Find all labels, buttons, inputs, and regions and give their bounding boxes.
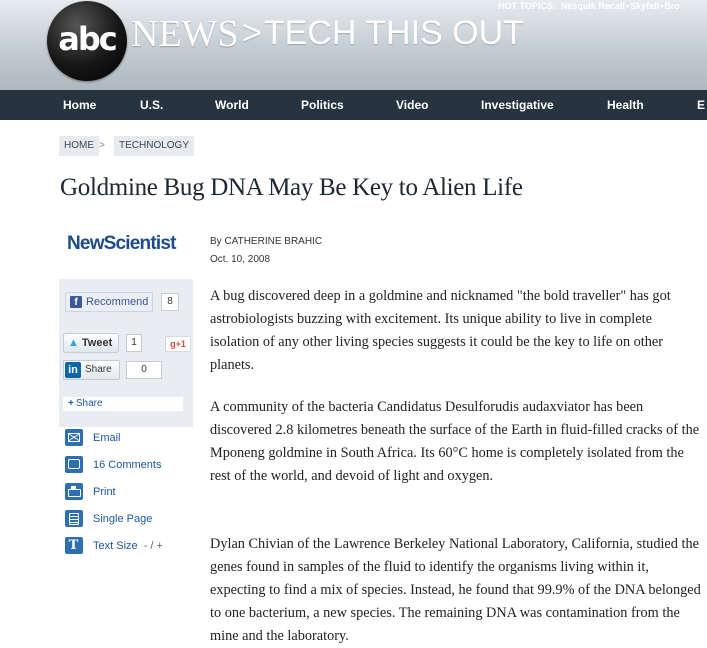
tweet-label: Tweet — [81, 337, 113, 349]
facebook-recommend-button[interactable]: f Recommend — [65, 292, 153, 312]
printer-icon — [65, 483, 83, 500]
google-plus-label: +1 — [175, 339, 186, 349]
article-paragraph: A bug discovered deep in a goldmine and … — [210, 288, 671, 373]
google-plus-button[interactable]: g+1 — [165, 336, 191, 352]
text-size-label: Text Size - / + — [93, 537, 163, 555]
hot-topic-link[interactable]: Nesquik Recall — [561, 1, 625, 11]
linkedin-icon: in — [65, 362, 81, 378]
speech-bubble-icon — [65, 456, 83, 473]
breadcrumb-technology[interactable]: TECHNOLOGY — [114, 136, 195, 156]
hot-topic-link[interactable]: Bro — [664, 1, 680, 11]
hot-topic-separator: • — [625, 1, 630, 11]
comments-tool[interactable]: 16 Comments — [65, 456, 185, 474]
article-title: Goldmine Bug DNA May Be Key to Alien Lif… — [60, 174, 523, 201]
article-date: Oct. 10, 2008 — [210, 254, 271, 265]
hot-topics-label: HOT TOPICS: — [498, 1, 556, 11]
linkedin-share-button[interactable]: in Share — [63, 360, 120, 380]
text-size-tool: Text Size - / + — [65, 537, 185, 555]
hot-topic-link[interactable]: Skyfall — [630, 1, 659, 11]
twitter-bird-icon: ▲ — [68, 337, 79, 349]
tweet-button[interactable]: ▲ Tweet — [63, 333, 119, 353]
facebook-count: 8 — [161, 293, 179, 311]
nav-item-home[interactable]: Home — [63, 90, 96, 120]
breadcrumb-separator: > — [99, 140, 105, 151]
single-page-tool[interactable]: Single Page — [65, 510, 185, 528]
hot-topic-separator: • — [660, 1, 664, 11]
article-paragraph: A community of the bacteria Candidatus D… — [210, 399, 700, 484]
nav-item-health[interactable]: Health — [607, 90, 644, 120]
linkedin-count: 0 — [126, 361, 162, 379]
newscientist-logo[interactable]: NewScientist — [67, 233, 176, 255]
text-size-icon — [65, 537, 83, 554]
nav-item-politics[interactable]: Politics — [301, 90, 344, 120]
single-page-label: Single Page — [93, 513, 153, 525]
plus-icon: + — [68, 398, 74, 409]
facebook-icon: f — [70, 296, 82, 308]
envelope-icon — [65, 429, 83, 446]
byline: By CATHERINE BRAHIC — [210, 236, 323, 247]
section-title-text: TECH THIS OUT — [263, 14, 524, 52]
tweet-count: 1 — [126, 334, 142, 352]
site-header: HOT TOPICS: Nesquik Recall•Skyfall•Bro ab… — [0, 0, 707, 90]
comments-label: 16 Comments — [93, 459, 162, 471]
email-tool[interactable]: Email — [65, 429, 185, 447]
text-size-controls[interactable]: - / + — [144, 540, 163, 552]
article-paragraph: Dylan Chivian of the Lawrence Berkeley N… — [210, 536, 701, 644]
nav-item-world[interactable]: World — [215, 90, 249, 120]
print-label: Print — [93, 486, 116, 498]
more-share-label: Share — [75, 398, 103, 409]
hot-topics-bar: HOT TOPICS: Nesquik Recall•Skyfall•Bro — [498, 1, 680, 11]
nav-item-us[interactable]: U.S. — [140, 90, 163, 120]
more-share-link[interactable]: + Share — [63, 397, 183, 411]
abc-logo-text: abc — [58, 20, 117, 58]
text-size-text: Text Size — [93, 540, 138, 552]
breadcrumb-home[interactable]: HOME — [59, 136, 99, 156]
print-tool[interactable]: Print — [65, 483, 185, 501]
main-nav: Home U.S. World Politics Video Investiga… — [0, 90, 707, 120]
linkedin-share-label: Share — [85, 364, 112, 375]
facebook-recommend-label: Recommend — [86, 296, 149, 308]
news-wordmark[interactable]: NEWS — [131, 12, 239, 56]
abc-logo[interactable]: abc — [47, 1, 127, 81]
nav-item-investigative[interactable]: Investigative — [481, 90, 554, 120]
single-page-icon — [65, 510, 83, 527]
nav-item-video[interactable]: Video — [396, 90, 428, 120]
chevron-right-icon: > — [242, 14, 262, 52]
section-title[interactable]: >TECH THIS OUT — [242, 14, 524, 53]
nav-item-entertainment[interactable]: E — [697, 90, 705, 120]
email-label: Email — [93, 432, 121, 444]
